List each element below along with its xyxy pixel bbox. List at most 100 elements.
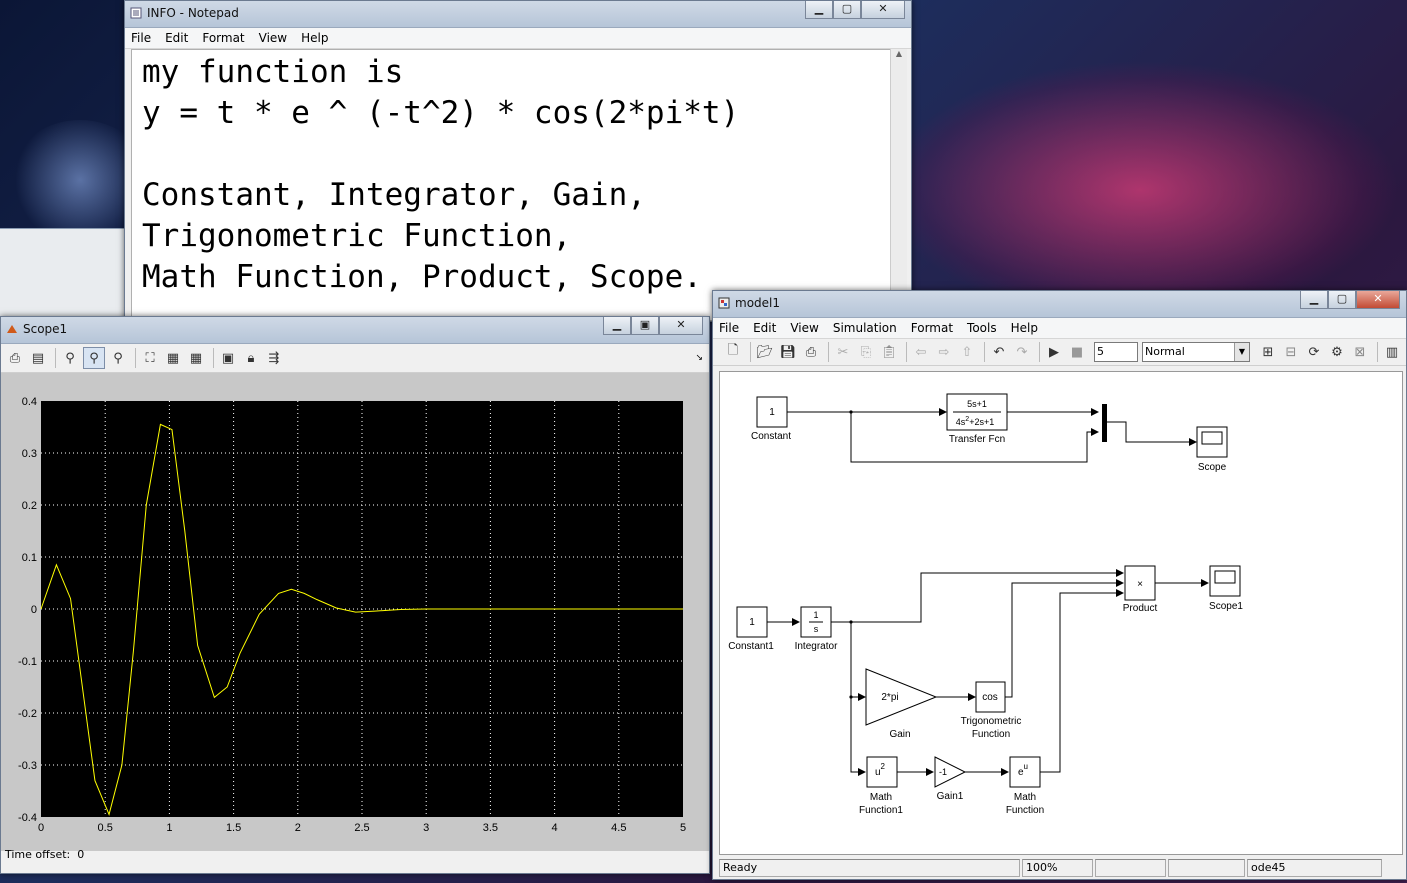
print-icon[interactable]: ⎙ bbox=[5, 348, 25, 368]
time-offset-value: 0 bbox=[77, 848, 85, 861]
x-tick-label: 4.5 bbox=[611, 822, 626, 834]
scope-block[interactable]: Scope bbox=[1196, 426, 1228, 473]
redo-icon[interactable]: ↷ bbox=[1012, 342, 1032, 362]
model-explorer-icon[interactable]: ⊠ bbox=[1350, 342, 1370, 362]
simulink-icon bbox=[718, 297, 730, 309]
text-line: Trigonometric Function, bbox=[142, 218, 572, 254]
minimize-button[interactable]: ▁ bbox=[603, 317, 631, 335]
build-icon[interactable]: ⊟ bbox=[1281, 342, 1301, 362]
menu-file[interactable]: File bbox=[719, 321, 739, 335]
lock-icon[interactable]: 🔒︎ bbox=[241, 348, 261, 368]
gain-block[interactable]: 2*pi Gain bbox=[865, 668, 938, 740]
model-advisor-icon[interactable]: ⊞ bbox=[1258, 342, 1278, 362]
menu-help[interactable]: Help bbox=[301, 31, 328, 45]
transfer-fcn-block[interactable]: 5s+1 4s2+2s+1 Transfer Fcn bbox=[946, 393, 1008, 445]
math1-label-line1: Math bbox=[870, 792, 892, 803]
transfer-numerator: 5s+1 bbox=[967, 399, 987, 409]
paste-icon[interactable]: 📋︎ bbox=[879, 342, 899, 362]
status-zoom: 100% bbox=[1022, 859, 1093, 877]
integrator-block[interactable]: 1 s Integrator bbox=[795, 606, 838, 652]
menu-help[interactable]: Help bbox=[1011, 321, 1038, 335]
notepad-menubar: File Edit Format View Help bbox=[125, 28, 911, 49]
menu-file[interactable]: File bbox=[131, 31, 151, 45]
model-menubar: File Edit View Simulation Format Tools H… bbox=[713, 318, 1406, 339]
block-diagram: 1 Constant 5s+1 4s2+2s+1 Transfer Fcn Sc… bbox=[728, 393, 1243, 816]
up-icon[interactable]: ⇧ bbox=[957, 342, 977, 362]
minimize-button[interactable]: ▁ bbox=[805, 1, 833, 19]
copy-icon[interactable]: ⎘ bbox=[856, 342, 876, 362]
menu-format[interactable]: Format bbox=[911, 321, 953, 335]
text-line: y = t * e ^ (-t^2) * cos(2*pi*t) bbox=[142, 95, 740, 131]
menu-format[interactable]: Format bbox=[202, 31, 244, 45]
notepad-scrollbar[interactable]: ▲ bbox=[890, 49, 907, 321]
toolbar-overflow-icon[interactable]: ↘ bbox=[695, 353, 703, 363]
autoscale-icon[interactable]: ⛶ bbox=[140, 348, 160, 368]
maximize-button[interactable]: ▢ bbox=[833, 1, 861, 19]
notepad-titlebar[interactable]: INFO - Notepad ▁ ▢ ✕ bbox=[125, 1, 911, 28]
menu-edit[interactable]: Edit bbox=[165, 31, 188, 45]
math-function1-block[interactable]: u2 Math Function1 bbox=[859, 756, 903, 816]
library-browser-icon[interactable]: ▥ bbox=[1382, 342, 1402, 362]
undo-icon[interactable]: ↶ bbox=[989, 342, 1009, 362]
back-icon[interactable]: ⇦ bbox=[911, 342, 931, 362]
menu-view[interactable]: View bbox=[259, 31, 287, 45]
transfer-fcn-label: Transfer Fcn bbox=[949, 434, 1005, 445]
menu-view[interactable]: View bbox=[790, 321, 818, 335]
x-tick-label: 3.5 bbox=[483, 822, 498, 834]
gain1-block[interactable]: -1 Gain1 bbox=[934, 756, 967, 802]
scope-titlebar[interactable]: Scope1 ▁ ▣ ✕ bbox=[1, 317, 709, 344]
math-function-block[interactable]: eu Math Function bbox=[1006, 756, 1044, 816]
constant1-block[interactable]: 1 Constant1 bbox=[728, 606, 774, 652]
restore-axes-icon[interactable]: ▦ bbox=[186, 348, 206, 368]
text-line bbox=[142, 134, 890, 175]
maximize-button[interactable]: ▢ bbox=[1328, 291, 1356, 309]
text-line: my function is bbox=[142, 54, 404, 90]
stop-simulation-icon[interactable]: ■ bbox=[1067, 342, 1087, 362]
notepad-text-area[interactable]: my function is y = t * e ^ (-t^2) * cos(2… bbox=[131, 49, 891, 321]
close-button[interactable]: ✕ bbox=[1356, 291, 1400, 309]
print-icon[interactable]: ⎙ bbox=[801, 342, 821, 362]
menu-simulation[interactable]: Simulation bbox=[833, 321, 897, 335]
product-block[interactable]: × Product bbox=[1123, 565, 1158, 614]
open-icon[interactable]: 📂︎ bbox=[755, 342, 775, 362]
restore-button[interactable]: ▣ bbox=[631, 317, 659, 335]
scope1-label: Scope1 bbox=[1209, 601, 1243, 612]
zoom-x-icon[interactable]: ⚲ bbox=[83, 347, 105, 369]
cut-icon[interactable]: ✂ bbox=[833, 342, 853, 362]
gain1-label: Gain1 bbox=[937, 791, 964, 802]
stop-time-input[interactable]: 5 bbox=[1094, 342, 1138, 362]
new-model-icon[interactable]: 🗋︎ bbox=[723, 342, 743, 362]
debug-icon[interactable]: ⚙ bbox=[1327, 342, 1347, 362]
close-button[interactable]: ✕ bbox=[861, 1, 905, 19]
scroll-up-arrow-icon[interactable]: ▲ bbox=[891, 49, 907, 58]
forward-icon[interactable]: ⇨ bbox=[934, 342, 954, 362]
signal-selector-icon[interactable]: ⇶ bbox=[264, 348, 284, 368]
update-diagram-icon[interactable]: ⟳ bbox=[1304, 342, 1324, 362]
menu-tools[interactable]: Tools bbox=[967, 321, 997, 335]
constant-block[interactable]: 1 Constant bbox=[751, 396, 791, 442]
status-empty-2 bbox=[1168, 859, 1245, 877]
chevron-down-icon[interactable]: ▼ bbox=[1234, 343, 1249, 361]
scope1-block[interactable]: Scope1 bbox=[1209, 565, 1243, 612]
parameters-icon[interactable]: ▤ bbox=[28, 348, 48, 368]
zoom-icon[interactable]: ⚲ bbox=[60, 348, 80, 368]
model-titlebar[interactable]: model1 ▁ ▢ ✕ bbox=[713, 291, 1406, 318]
x-tick-label: 5 bbox=[680, 822, 686, 834]
simulation-mode-value: Normal bbox=[1145, 345, 1185, 358]
save-icon[interactable]: 💾︎ bbox=[778, 342, 798, 362]
scope-label: Scope bbox=[1198, 462, 1227, 473]
scope-plot-area: 0 0.5 1 1.5 2 2.5 3 3.5 4 4.5 5 0.4 0.3 0.2 0.1 0 -0.1 -0… bbox=[1, 373, 709, 851]
save-axes-icon[interactable]: ▦ bbox=[163, 348, 183, 368]
minimize-button[interactable]: ▁ bbox=[1300, 291, 1328, 309]
close-button[interactable]: ✕ bbox=[659, 317, 703, 335]
gain-label: Gain bbox=[889, 729, 910, 740]
start-simulation-icon[interactable]: ▶ bbox=[1044, 342, 1064, 362]
model-canvas[interactable]: 1 Constant 5s+1 4s2+2s+1 Transfer Fcn Sc… bbox=[719, 371, 1403, 855]
mux-block[interactable] bbox=[1102, 404, 1107, 442]
zoom-y-icon[interactable]: ⚲ bbox=[108, 348, 128, 368]
floating-scope-icon[interactable]: ▣ bbox=[218, 348, 238, 368]
y-tick-label: -0.1 bbox=[18, 656, 37, 668]
menu-edit[interactable]: Edit bbox=[753, 321, 776, 335]
simulation-mode-select[interactable]: Normal ▼ bbox=[1142, 342, 1250, 362]
product-symbol: × bbox=[1137, 579, 1143, 590]
